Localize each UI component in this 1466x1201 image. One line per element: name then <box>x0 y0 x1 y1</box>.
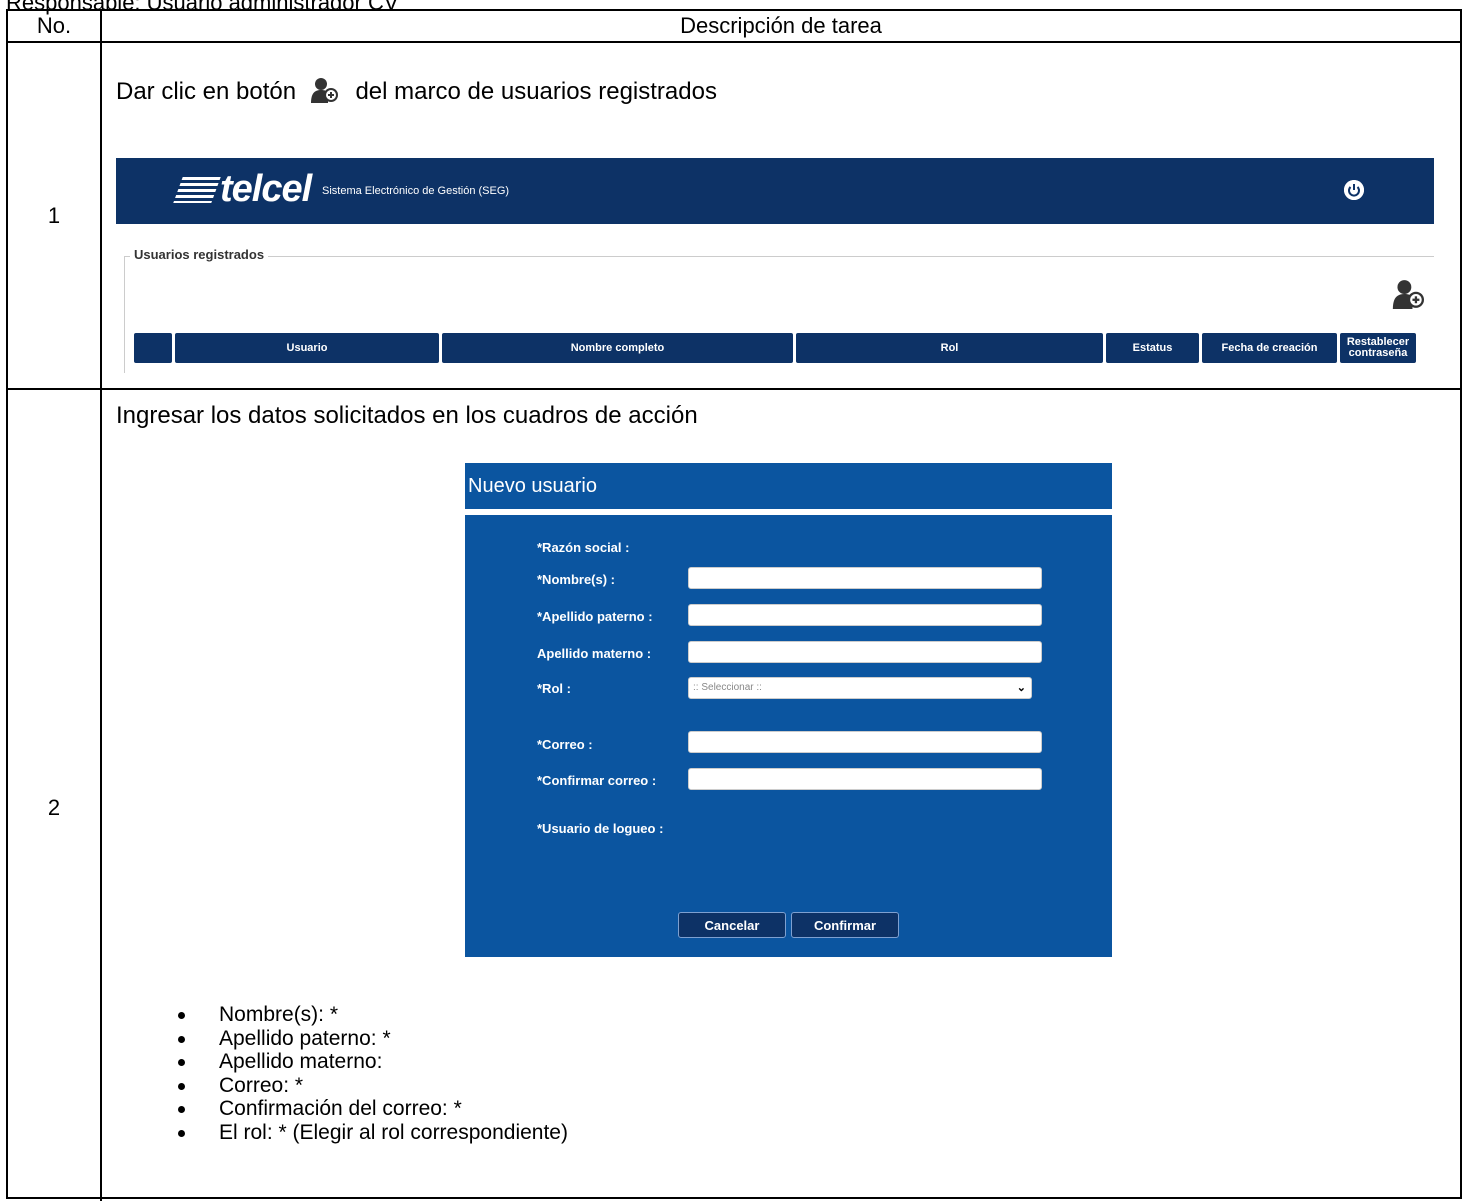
system-name: Sistema Electrónico de Gestión (SEG) <box>322 185 510 197</box>
razon-social-label: *Razón social : <box>537 540 630 555</box>
header-no: No. <box>8 11 102 41</box>
chevron-down-icon: ⌄ <box>1016 682 1026 694</box>
apellido-paterno-label: *Apellido paterno : <box>537 609 653 624</box>
row-number: 2 <box>8 390 102 1201</box>
modal-body: *Razón social : *Nombre(s) : *Apellido p… <box>465 515 1112 957</box>
correo-label: *Correo : <box>537 737 593 752</box>
add-user-icon[interactable] <box>1392 279 1426 314</box>
apellido-materno-label: Apellido materno : <box>537 646 652 661</box>
list-item: Apellido materno: <box>162 1050 568 1074</box>
modal-title: Nuevo usuario <box>465 463 1112 509</box>
app-header-bar: telcel Sistema Electrónico de Gestión (S… <box>116 158 1434 224</box>
rol-label: *Rol : <box>537 681 571 696</box>
registered-users-screenshot: telcel Sistema Electrónico de Gestión (S… <box>116 158 1434 373</box>
list-item: El rol: * (Elegir al rol correspondiente… <box>162 1121 568 1145</box>
column-header[interactable]: Estatus <box>1106 333 1199 363</box>
users-grid-header: Usuario Nombre completo Rol Estatus Fech… <box>134 333 1416 363</box>
list-item: Nombre(s): * <box>162 1003 568 1027</box>
usuario-logueo-label: *Usuario de logueo : <box>537 821 664 836</box>
confirmar-correo-label: *Confirmar correo : <box>537 773 657 788</box>
table-row: 1 Dar clic en botón del marco de usuario… <box>8 43 1460 390</box>
step1-text-after: del marco de usuarios registrados <box>355 78 717 105</box>
correo-input[interactable] <box>688 731 1042 753</box>
list-item: Correo: * <box>162 1074 568 1098</box>
column-header[interactable]: Rol <box>796 333 1103 363</box>
rol-select[interactable]: :: Seleccionar :: ⌄ <box>688 677 1032 699</box>
nombre-label: *Nombre(s) : <box>537 572 616 587</box>
confirmar-correo-input[interactable] <box>688 768 1042 790</box>
list-item: Confirmación del correo: * <box>162 1097 568 1121</box>
section-title: Usuarios registrados <box>130 247 269 262</box>
header-description: Descripción de tarea <box>680 13 882 38</box>
column-header[interactable]: Usuario <box>175 333 439 363</box>
row-number: 1 <box>8 43 102 388</box>
column-header[interactable]: Nombre completo <box>442 333 793 363</box>
step1-text-before: Dar clic en botón <box>116 78 297 105</box>
row-description: Ingresar los datos solicitados en los cu… <box>102 390 1460 1201</box>
apellido-paterno-input[interactable] <box>688 604 1042 626</box>
table-row: 2 Ingresar los datos solicitados en los … <box>8 390 1460 1201</box>
rol-select-value: :: Seleccionar :: <box>693 682 762 693</box>
task-table: No. Descripción de tarea 1 Dar clic en b… <box>6 9 1462 1201</box>
field-list: Nombre(s): * Apellido paterno: * Apellido … <box>162 1003 568 1144</box>
new-user-modal: Nuevo usuario *Razón social : *Nombre(s)… <box>465 463 1112 957</box>
cancel-button[interactable]: Cancelar <box>678 912 786 938</box>
step1-instruction: Dar clic en botón del marco de usuarios … <box>116 77 717 110</box>
telcel-logo: telcel <box>173 168 312 211</box>
step2-instruction: Ingresar los datos solicitados en los cu… <box>116 402 698 429</box>
row-description: Dar clic en botón del marco de usuarios … <box>102 43 1460 388</box>
power-icon[interactable] <box>1344 180 1364 200</box>
column-header[interactable] <box>134 333 172 363</box>
table-header: No. Descripción de tarea <box>8 11 1460 43</box>
add-user-icon <box>310 77 339 110</box>
column-header[interactable]: Fecha de creación <box>1202 333 1337 363</box>
column-header[interactable]: Restablecer contraseña <box>1340 333 1416 363</box>
nombre-input[interactable] <box>688 567 1042 589</box>
confirm-button[interactable]: Confirmar <box>791 912 899 938</box>
apellido-materno-input[interactable] <box>688 641 1042 663</box>
list-item: Apellido paterno: * <box>162 1027 568 1051</box>
